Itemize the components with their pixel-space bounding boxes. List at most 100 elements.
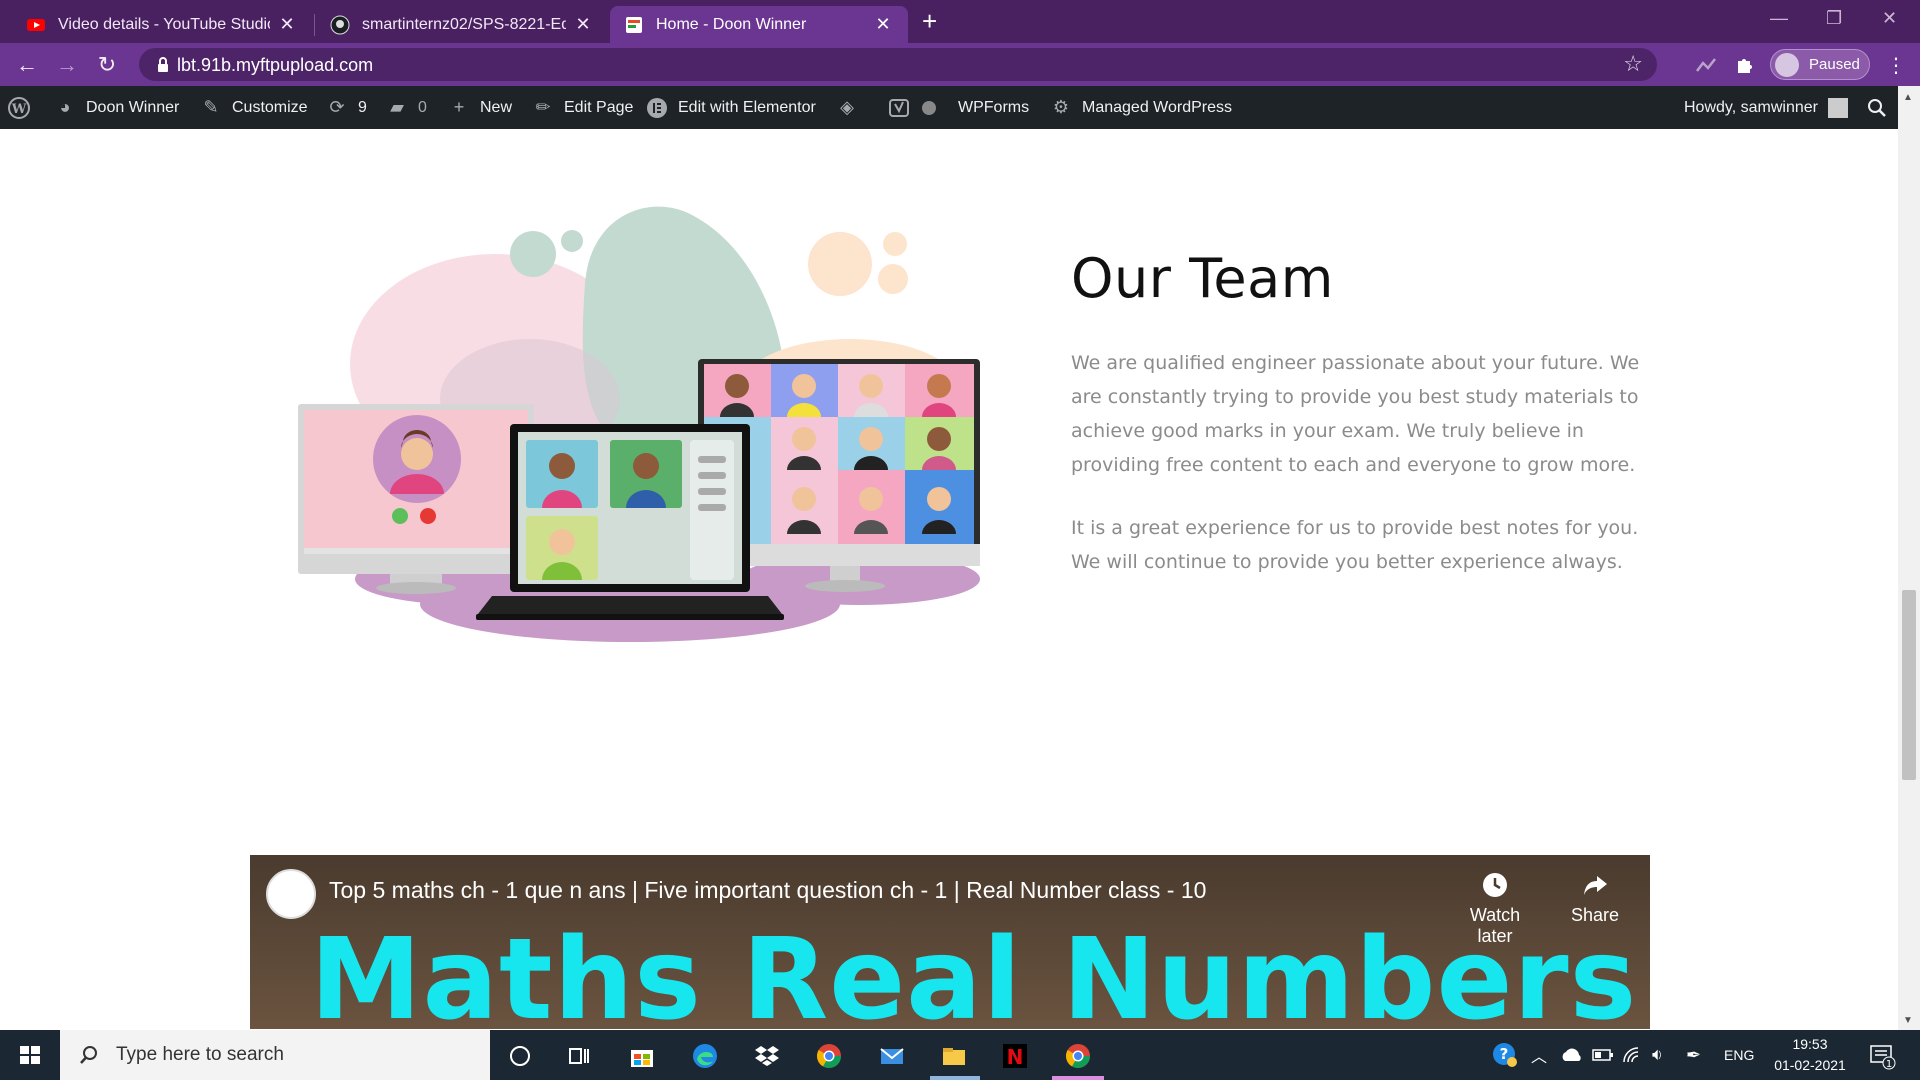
- action-center-button[interactable]: 1: [1868, 1042, 1896, 1070]
- user-avatar: [1827, 97, 1848, 118]
- updates-icon: ⟳: [329, 97, 345, 117]
- tab-github[interactable]: smartinternz02/SPS-8221-Educat ✕: [316, 6, 608, 43]
- active-app-indicator: [930, 1076, 980, 1080]
- close-tab-icon[interactable]: ✕: [572, 14, 594, 35]
- wpforms-menu[interactable]: WPForms: [958, 86, 1029, 129]
- reload-icon[interactable]: ↻: [93, 51, 121, 79]
- updates-link[interactable]: ⟳ 9: [326, 86, 367, 129]
- gear-icon: ⚙: [1052, 97, 1070, 117]
- close-tab-icon[interactable]: ✕: [276, 14, 298, 35]
- chrome-profile-icon[interactable]: [1062, 1040, 1094, 1072]
- tab-youtube-studio[interactable]: Video details - YouTube Studio ✕: [12, 6, 312, 43]
- restore-icon[interactable]: ❐: [1826, 8, 1842, 29]
- scroll-down-arrow-icon[interactable]: ▼: [1903, 1015, 1913, 1026]
- site-name-menu[interactable]: ◕ Doon Winner: [54, 86, 180, 129]
- diamond-icon: ◈: [840, 97, 854, 117]
- comment-icon: ▰: [390, 97, 404, 117]
- extension-chart-icon[interactable]: [1694, 53, 1718, 77]
- wpforms-label: WPForms: [958, 98, 1030, 116]
- wp-admin-bar: W ◕ Doon Winner ✎ Customize ⟳ 9 ▰ 0 + Ne…: [0, 86, 1920, 129]
- yoast-seo-button[interactable]: [888, 86, 920, 129]
- team-video-call-illustration: [298, 206, 980, 642]
- edit-with-elementor-link[interactable]: Edit with Elementor: [646, 86, 816, 129]
- howdy-label: Howdy, samwinner: [1684, 98, 1818, 116]
- tab-title: Home - Doon Winner: [656, 15, 807, 33]
- help-icon[interactable]: ?: [1492, 1030, 1518, 1080]
- wordpress-icon: W: [8, 96, 30, 119]
- yoast-icon: [889, 98, 909, 117]
- page-scrollbar[interactable]: [1898, 86, 1920, 1030]
- svg-text:N: N: [1007, 1045, 1024, 1069]
- dashboard-gauge-icon: ◕: [59, 97, 71, 117]
- volume-icon[interactable]: 🔉︎: [1652, 1030, 1663, 1080]
- tab-separator: [314, 14, 315, 36]
- seo-status-dot: [922, 86, 936, 129]
- bookmark-star-icon[interactable]: ☆: [1623, 51, 1643, 77]
- video-thumbnail-text: Maths Real Numbers: [310, 915, 1638, 1029]
- netflix-icon[interactable]: N: [999, 1040, 1031, 1072]
- account-menu[interactable]: Howdy, samwinner: [1684, 86, 1848, 129]
- updates-count: 9: [358, 98, 367, 116]
- forward-icon[interactable]: →: [53, 51, 81, 79]
- search-icon: [80, 1046, 97, 1064]
- page-content: Our Team We are qualified engineer passi…: [0, 129, 1898, 1029]
- diamond-plugin-button[interactable]: ◈: [836, 86, 868, 129]
- taskbar-search-box[interactable]: Type here to search: [60, 1030, 490, 1080]
- microsoft-store-icon[interactable]: [626, 1040, 658, 1072]
- menu-kebab-icon[interactable]: ⋮: [1886, 53, 1906, 78]
- scroll-up-arrow-icon[interactable]: ▲: [1903, 92, 1913, 103]
- edit-elementor-label: Edit with Elementor: [678, 98, 816, 116]
- search-button[interactable]: [1866, 86, 1898, 129]
- comments-link[interactable]: ▰ 0: [386, 86, 427, 129]
- channel-avatar[interactable]: [266, 869, 316, 919]
- pencil-icon: ✏: [535, 97, 551, 117]
- tab-doon-winner[interactable]: Home - Doon Winner ✕: [610, 6, 908, 43]
- svg-text:W: W: [11, 102, 27, 117]
- new-tab-button[interactable]: +: [922, 8, 937, 34]
- clock-time: 19:53: [1792, 1036, 1828, 1052]
- edit-page-link[interactable]: ✏ Edit Page: [532, 86, 633, 129]
- show-hidden-icons-chevron-icon[interactable]: ︿: [1531, 1030, 1547, 1080]
- youtube-video-embed[interactable]: Top 5 maths ch - 1 que n ans | Five impo…: [250, 855, 1650, 1029]
- back-icon[interactable]: ←: [13, 51, 41, 79]
- address-bar[interactable]: lbt.91b.myftpupload.com ☆: [139, 48, 1657, 81]
- tab-title: Video details - YouTube Studio: [58, 15, 270, 33]
- active-app-indicator: [1052, 1076, 1104, 1080]
- dropbox-icon[interactable]: [751, 1040, 783, 1072]
- system-clock[interactable]: 19:53 01-02-2021: [1760, 1034, 1860, 1076]
- url-text: lbt.91b.myftpupload.com: [177, 55, 374, 75]
- battery-icon[interactable]: [1592, 1030, 1614, 1080]
- minimize-icon[interactable]: —: [1770, 8, 1788, 29]
- wordpress-logo-button[interactable]: W: [8, 86, 40, 129]
- windows-start-icon[interactable]: [0, 1030, 60, 1080]
- video-title[interactable]: Top 5 maths ch - 1 que n ans | Five impo…: [329, 877, 1206, 904]
- team-description-paragraph-2: It is a great experience for us to provi…: [1071, 517, 1639, 573]
- windows-taskbar: Type here to search N ? ︿ 🔉︎ ✒︎ ENG 19:5…: [0, 1030, 1920, 1080]
- mail-icon[interactable]: [876, 1040, 908, 1072]
- managed-wp-label: Managed WordPress: [1082, 98, 1232, 116]
- close-window-icon[interactable]: ✕: [1882, 8, 1897, 29]
- new-content-menu[interactable]: + New: [448, 86, 512, 129]
- file-explorer-icon[interactable]: [938, 1040, 970, 1072]
- youtube-icon: [27, 18, 45, 31]
- chrome-icon[interactable]: [813, 1040, 845, 1072]
- cortana-icon[interactable]: [504, 1040, 536, 1072]
- pen-workspace-icon[interactable]: ✒︎: [1686, 1030, 1701, 1080]
- browser-toolbar: ← → ↻ lbt.91b.myftpupload.com ☆ Paused ⋮: [0, 43, 1920, 86]
- plus-icon: +: [453, 97, 465, 117]
- close-tab-icon[interactable]: ✕: [872, 14, 894, 35]
- task-view-icon[interactable]: [563, 1040, 595, 1072]
- extensions-puzzle-icon[interactable]: [1734, 53, 1758, 77]
- wifi-icon[interactable]: [1622, 1030, 1644, 1080]
- language-indicator[interactable]: ENG: [1724, 1030, 1754, 1080]
- clock-icon: [1483, 873, 1507, 897]
- customize-link[interactable]: ✎ Customize: [200, 86, 307, 129]
- comments-count: 0: [418, 98, 427, 116]
- brush-icon: ✎: [203, 97, 219, 117]
- onedrive-cloud-icon[interactable]: [1560, 1030, 1584, 1080]
- managed-wordpress-menu[interactable]: ⚙ Managed WordPress: [1050, 86, 1232, 129]
- scrollbar-thumb[interactable]: [1902, 590, 1916, 780]
- profile-button[interactable]: Paused: [1770, 49, 1870, 80]
- edge-browser-icon[interactable]: [689, 1040, 721, 1072]
- status-dot-icon: [922, 100, 936, 115]
